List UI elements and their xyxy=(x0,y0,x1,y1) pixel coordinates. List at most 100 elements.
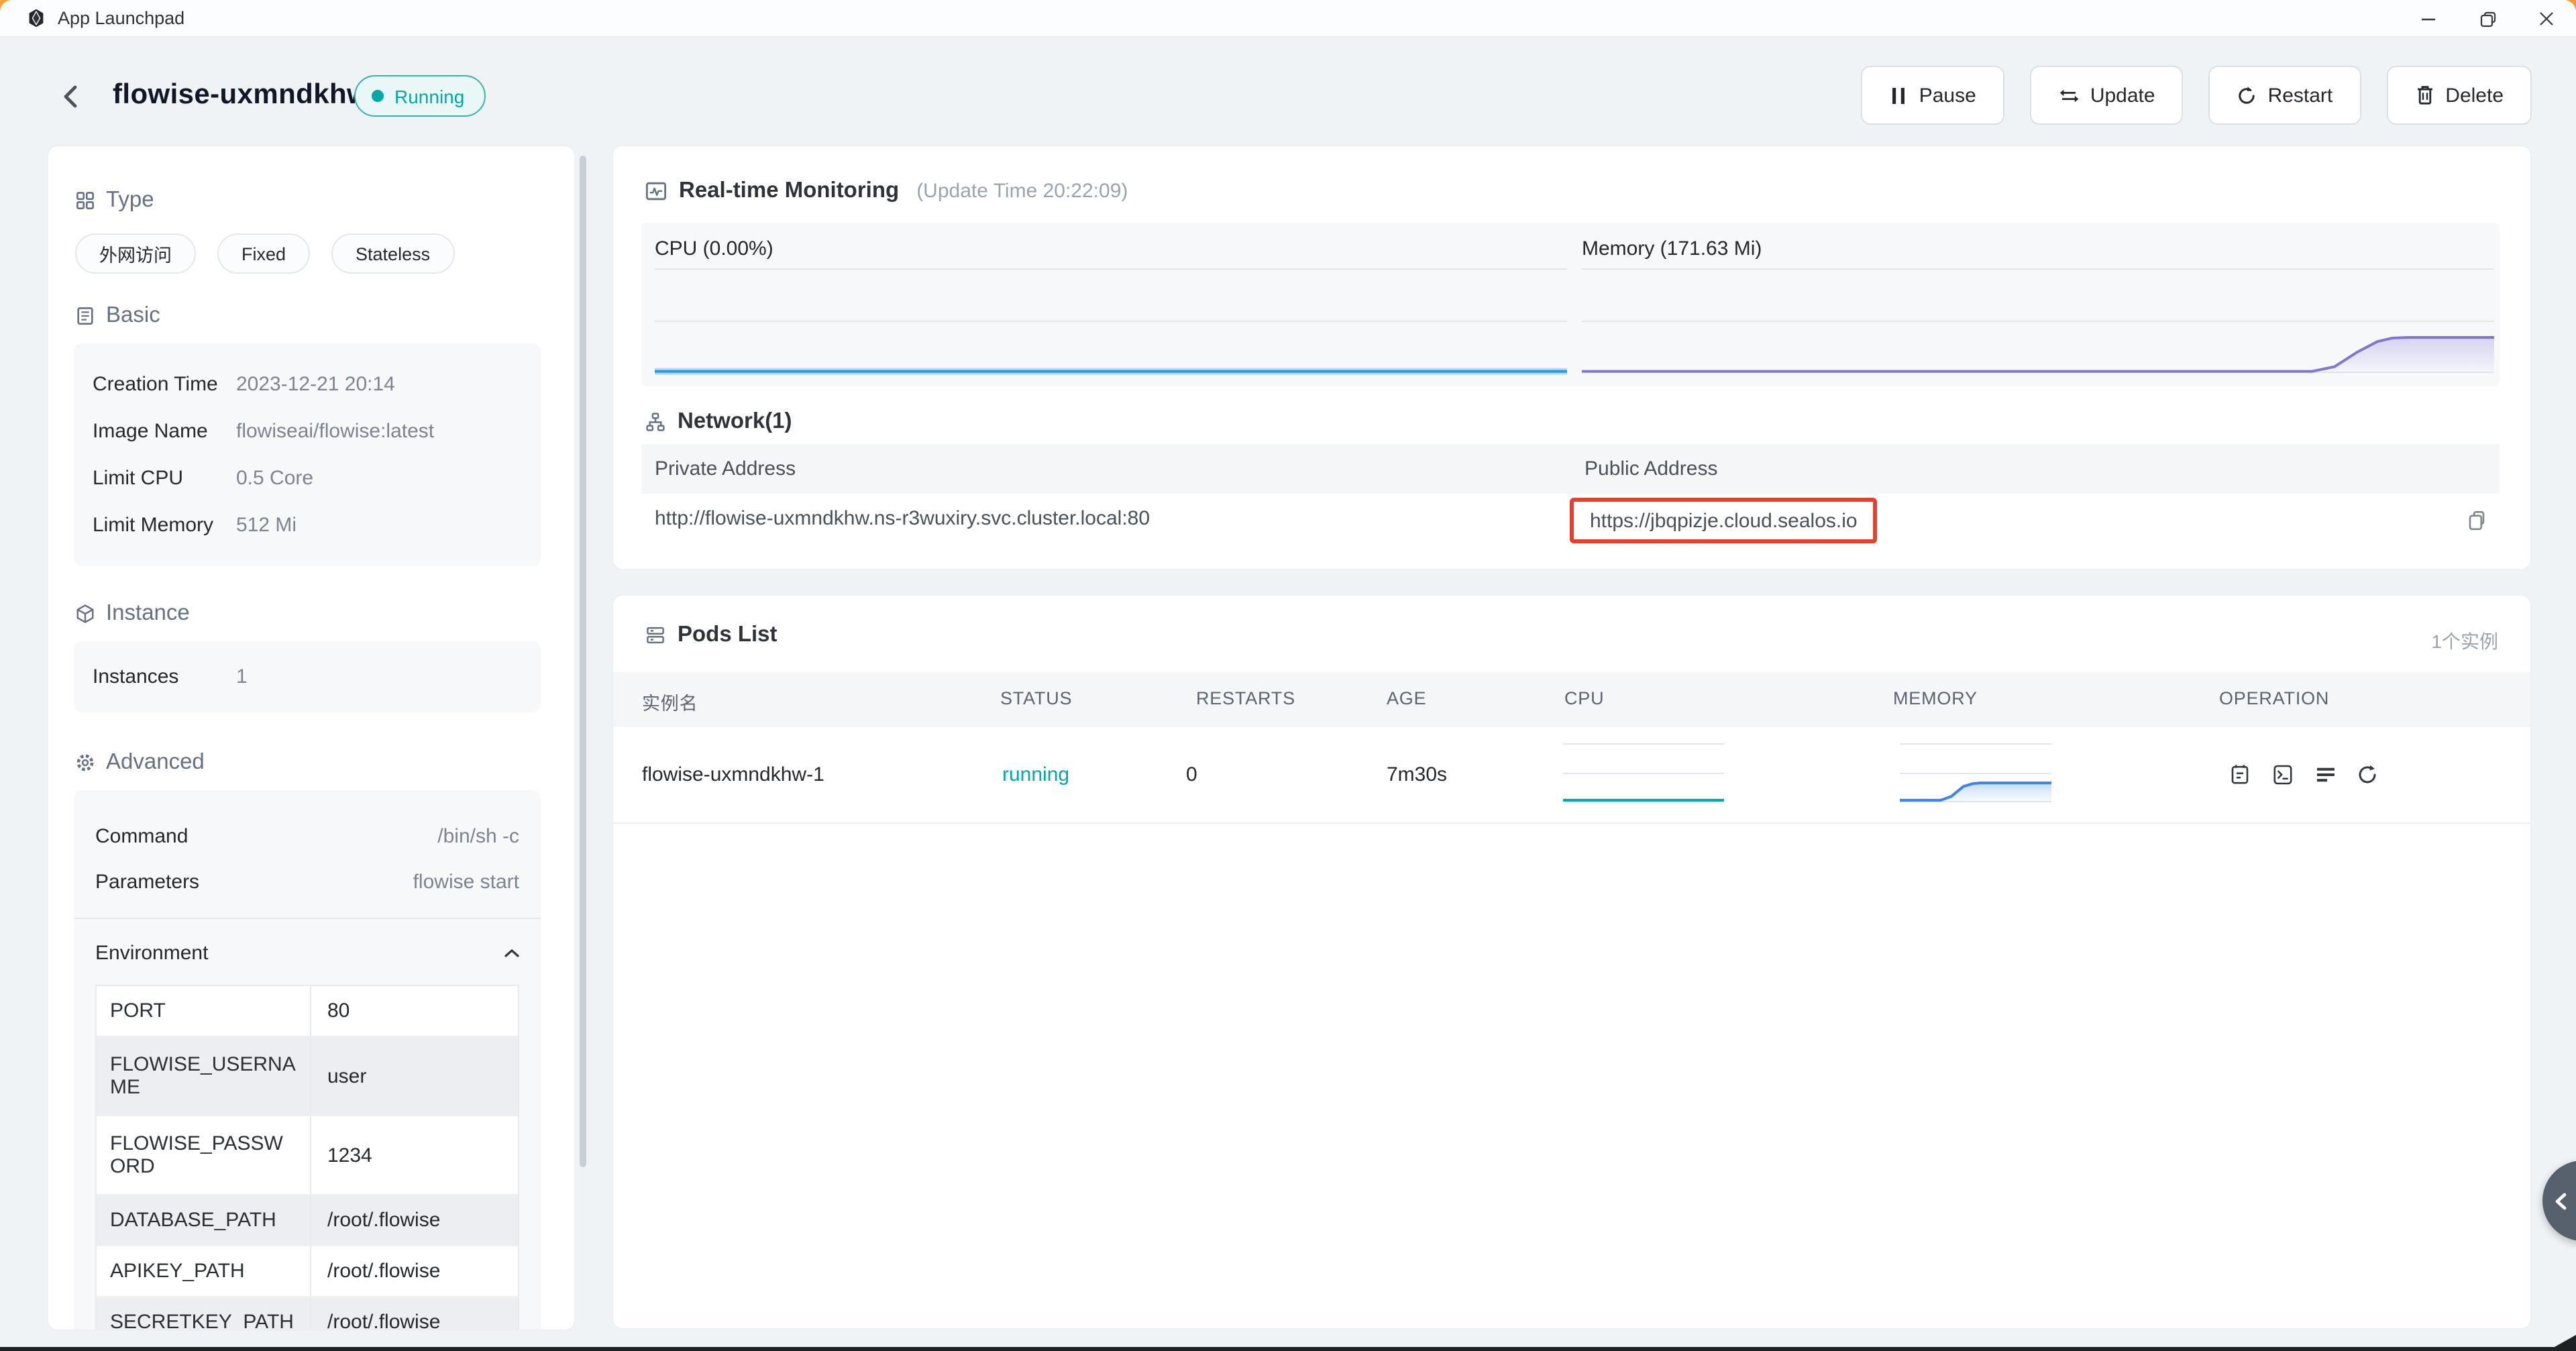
monitoring-title: Real-time Monitoring xyxy=(679,178,899,204)
type-section-header: Type xyxy=(75,188,541,212)
pod-cpu-sparkline xyxy=(1562,743,1723,802)
environment-title: Environment xyxy=(95,941,208,964)
status-badge: Running xyxy=(354,75,486,117)
network-table: Private Address Public Address http://fl… xyxy=(641,444,2500,547)
col-operation: OPERATION xyxy=(2219,688,2329,708)
cpu-chart-area xyxy=(655,268,1567,373)
pod-details-icon[interactable] xyxy=(2228,763,2251,786)
close-button[interactable] xyxy=(2517,0,2576,38)
memory-chart-area xyxy=(1582,268,2494,373)
memory-chart-label: Memory (171.63 Mi) xyxy=(1582,237,1762,260)
network-title: Network(1) xyxy=(678,409,792,435)
pod-memory-sparkline xyxy=(1899,743,2051,802)
network-table-header: Private Address Public Address xyxy=(641,444,2500,494)
env-row-apikey-path: APIKEY_PATH /root/.flowise xyxy=(97,1246,518,1297)
network-header: Network(1) xyxy=(645,409,792,435)
pod-restarts: 0 xyxy=(1186,763,1197,786)
basic-row-creation-time: Creation Time 2023-12-21 20:14 xyxy=(93,361,522,408)
basic-row-limit-memory: Limit Memory 512 Mi xyxy=(93,502,522,549)
advanced-row-command: Command /bin/sh -c xyxy=(95,820,519,852)
monitoring-charts-panel: CPU (0.00%) Memory (171.63 Mi) xyxy=(641,223,2500,386)
status-dot xyxy=(372,90,384,102)
desktop-bottom-edge xyxy=(0,1346,2576,1351)
app-detail-sidebar: Type 外网访问 Fixed Stateless Basic Creation… xyxy=(47,145,576,1331)
env-row-username: FLOWISE_USERNAME user xyxy=(97,1037,518,1116)
col-pod-name: 实例名 xyxy=(642,688,698,714)
status-text: Running xyxy=(394,85,464,107)
screen: App Launchpad flowise-uxmndkhw xyxy=(0,0,2576,1351)
col-age: AGE xyxy=(1387,688,1426,708)
advanced-section-title: Advanced xyxy=(106,749,205,775)
gear-icon xyxy=(75,752,95,772)
monitoring-header: Real-time Monitoring (Update Time 20:22:… xyxy=(645,178,1128,204)
pods-table-header: 实例名 STATUS RESTARTS AGE CPU MEMORY OPERA… xyxy=(613,671,2530,726)
chevron-left-icon xyxy=(2555,1193,2567,1210)
instance-section-title: Instance xyxy=(106,600,190,626)
pod-age: 7m30s xyxy=(1387,763,1447,786)
env-row-port: PORT 80 xyxy=(97,986,518,1037)
network-table-row: http://flowise-uxmndkhw.ns-r3wuxiry.svc.… xyxy=(641,494,2500,547)
pods-list-icon xyxy=(645,625,665,645)
chevron-up-icon xyxy=(504,948,519,957)
env-row-secretkey-path: SECRETKEY_PATH /root/.flowise xyxy=(97,1297,518,1331)
public-address-header: Public Address xyxy=(1585,457,1717,480)
advanced-row-parameters: Parameters flowise start xyxy=(95,865,519,898)
pod-logs-icon[interactable] xyxy=(2314,763,2337,786)
cpu-chart: CPU (0.00%) xyxy=(655,223,1567,386)
col-status: STATUS xyxy=(1000,688,1072,708)
env-row-password: FLOWISE_PASSWORD 1234 xyxy=(97,1116,518,1195)
desktop-corner xyxy=(2555,1335,2576,1347)
tag-external-access: 外网访问 xyxy=(75,233,196,274)
sidebar-scrollbar[interactable] xyxy=(580,156,586,1167)
env-row-database-path: DATABASE_PATH /root/.flowise xyxy=(97,1195,518,1246)
advanced-section-header: Advanced xyxy=(75,750,541,774)
update-button[interactable]: Update xyxy=(2030,66,2184,125)
top-actions: Pause Update Restart Delete xyxy=(1862,66,2532,125)
instance-section-header: Instance xyxy=(75,601,541,625)
tag-stateless: Stateless xyxy=(331,233,454,274)
grid-icon xyxy=(75,190,95,210)
cpu-chart-label: CPU (0.00%) xyxy=(655,237,773,260)
monitoring-update-time: (Update Time 20:22:09) xyxy=(916,180,1128,203)
restart-button[interactable]: Restart xyxy=(2209,66,2361,125)
pod-table-row: flowise-uxmndkhw-1 running 0 7m30s xyxy=(613,726,2530,823)
pause-label: Pause xyxy=(1919,84,1976,107)
trash-icon xyxy=(2414,85,2434,106)
restore-button[interactable] xyxy=(2458,0,2517,38)
private-address-header: Private Address xyxy=(655,457,1585,480)
update-label: Update xyxy=(2090,84,2155,107)
col-cpu: CPU xyxy=(1564,688,1604,708)
window-title: App Launchpad xyxy=(58,8,184,28)
drawer-toggle-button[interactable] xyxy=(2542,1160,2576,1241)
pods-count: 1个实例 xyxy=(2431,628,2498,655)
basic-section-header: Basic xyxy=(75,303,541,327)
pod-terminal-icon[interactable] xyxy=(2271,763,2294,786)
app-launchpad-logo-icon xyxy=(25,7,47,29)
instance-panel: Instances 1 xyxy=(74,641,541,712)
monitor-chart-icon xyxy=(645,181,667,201)
back-button[interactable] xyxy=(55,80,85,113)
document-icon xyxy=(75,305,95,325)
pod-name: flowise-uxmndkhw-1 xyxy=(642,763,824,786)
private-address-value: http://flowise-uxmndkhw.ns-r3wuxiry.svc.… xyxy=(655,507,1150,530)
pod-restart-icon[interactable] xyxy=(2356,763,2379,786)
pods-title: Pods List xyxy=(678,623,777,648)
divider xyxy=(74,918,541,919)
public-address-link[interactable]: https://jbqpizje.cloud.sealos.io xyxy=(1590,509,1858,532)
pod-status: running xyxy=(1002,763,1069,786)
delete-label: Delete xyxy=(2445,84,2504,107)
pause-button[interactable]: Pause xyxy=(1862,66,2004,125)
pods-header: Pods List xyxy=(645,623,777,648)
pods-card: Pods List 1个实例 实例名 STATUS RESTARTS AGE C… xyxy=(612,594,2532,1330)
instance-row: Instances 1 xyxy=(93,653,522,700)
type-tags: 外网访问 Fixed Stateless xyxy=(75,233,541,274)
copy-icon[interactable] xyxy=(2465,508,2489,533)
delete-button[interactable]: Delete xyxy=(2386,66,2532,125)
app-window: App Launchpad flowise-uxmndkhw xyxy=(0,0,2576,1346)
network-icon xyxy=(645,412,665,432)
type-section-title: Type xyxy=(106,187,154,213)
environment-collapse-header[interactable]: Environment xyxy=(95,938,519,967)
minimize-button[interactable] xyxy=(2399,0,2458,38)
tag-fixed: Fixed xyxy=(217,233,310,274)
col-memory: MEMORY xyxy=(1893,688,1978,708)
